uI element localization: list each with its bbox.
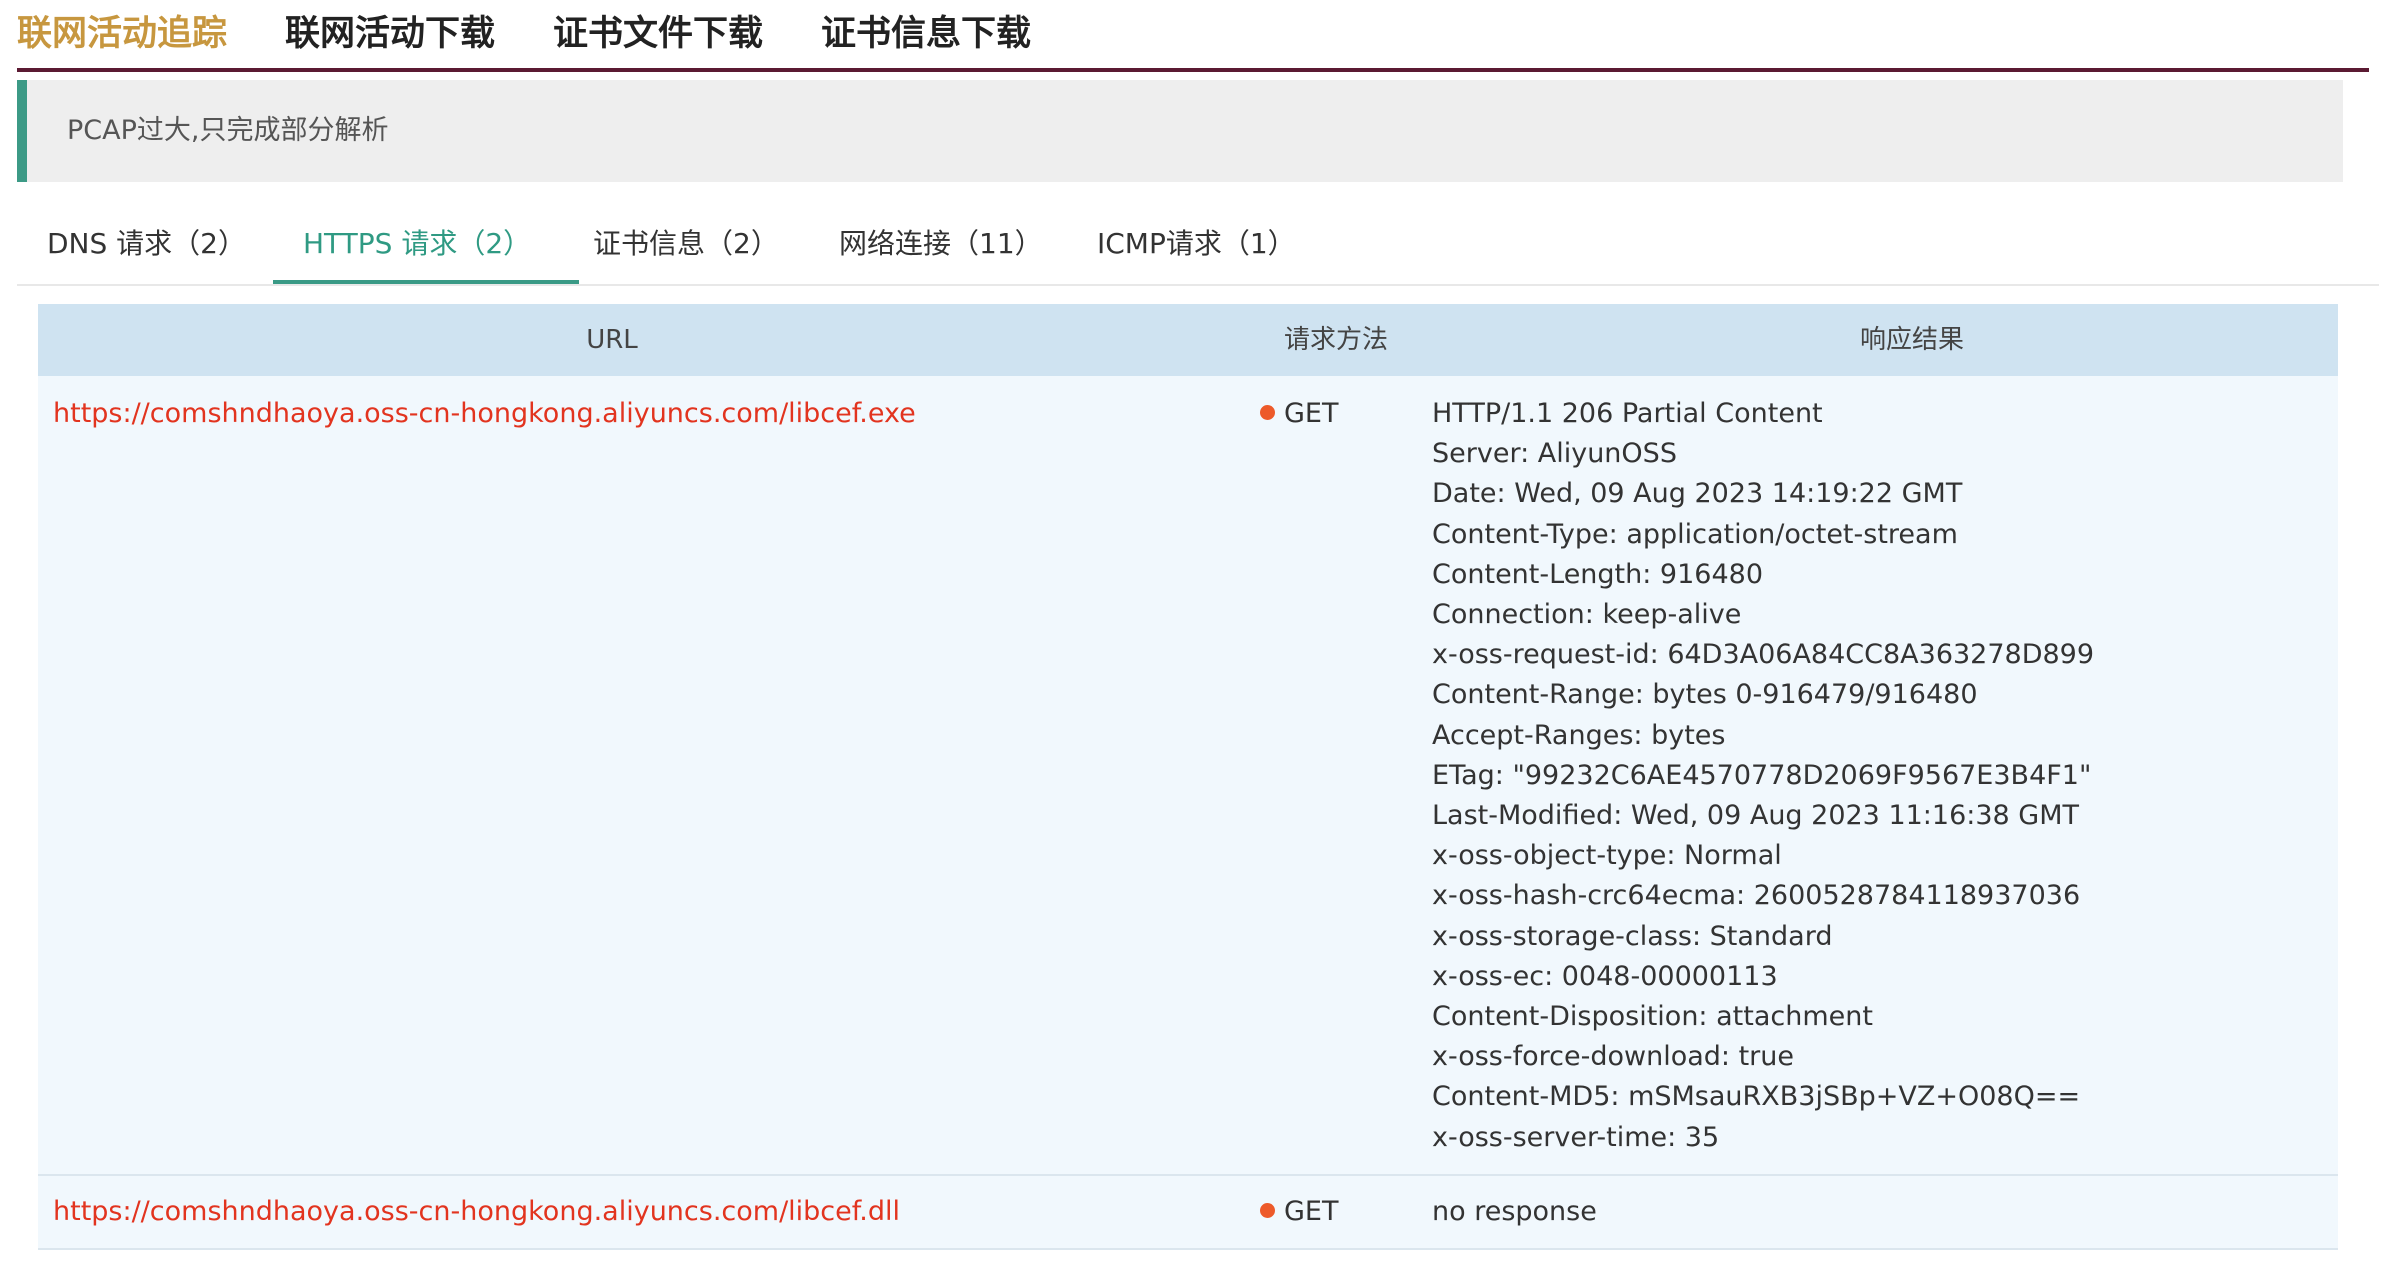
response-line: x-oss-object-type: Normal	[1432, 840, 1782, 872]
https-requests-table: URL 请求方法 响应结果 https://comshndhaoya.oss-c…	[38, 304, 2338, 1250]
response-line: ETag: "99232C6AE4570778D2069F9567E3B4F1"	[1432, 759, 2092, 791]
table-row: https://comshndhaoya.oss-cn-hongkong.ali…	[38, 1176, 2338, 1250]
table-header: URL 请求方法 响应结果	[38, 304, 2338, 376]
response-line: no response	[1432, 1196, 1597, 1227]
column-header-url: URL	[586, 325, 638, 355]
response-line: Last-Modified: Wed, 09 Aug 2023 11:16:38…	[1432, 800, 2079, 832]
notice-banner: PCAP过大,只完成部分解析	[17, 80, 2343, 182]
tab-certificate-file-download[interactable]: 证书文件下载	[553, 12, 763, 56]
tab-icmp-requests[interactable]: ICMP请求（1）	[1097, 226, 1296, 262]
response-line: x-oss-ec: 0048-00000113	[1432, 960, 1778, 992]
response-line: Content-Type: application/octet-stream	[1432, 518, 1958, 550]
notice-text: PCAP过大,只完成部分解析	[67, 115, 389, 146]
response-line: x-oss-server-time: 35	[1432, 1121, 1720, 1153]
method-status-dot	[1260, 405, 1275, 420]
tab-network-activity-download[interactable]: 联网活动下载	[285, 12, 495, 56]
tab-dns-requests[interactable]: DNS 请求（2）	[47, 226, 246, 262]
request-method: GET	[1260, 394, 1338, 434]
table-row: https://comshndhaoya.oss-cn-hongkong.ali…	[38, 376, 2338, 1176]
response-line: Content-Length: 916480	[1432, 558, 1764, 590]
response-headers: HTTP/1.1 206 Partial Content Server: Ali…	[1432, 394, 2094, 1158]
response-line: Content-MD5: mSMsauRXB3jSBp+VZ+O08Q==	[1432, 1081, 2081, 1113]
response-line: x-oss-storage-class: Standard	[1432, 920, 1833, 952]
response-line: x-oss-request-id: 64D3A06A84CC8A363278D8…	[1432, 639, 2095, 671]
tab-certificate-info-download[interactable]: 证书信息下载	[821, 12, 1031, 56]
response-line: HTTP/1.1 206 Partial Content	[1432, 398, 1823, 429]
response-line: Accept-Ranges: bytes	[1432, 719, 1726, 751]
top-nav: 联网活动追踪 联网活动下载 证书文件下载 证书信息下载	[17, 0, 2369, 72]
response-line: x-oss-hash-crc64ecma: 260052878411893703…	[1432, 880, 2081, 912]
method-status-dot	[1260, 1203, 1275, 1218]
request-method-label: GET	[1284, 398, 1339, 429]
response-line: Content-Disposition: attachment	[1432, 1001, 1873, 1033]
column-header-response: 响应结果	[1859, 325, 1964, 355]
active-tab-indicator	[273, 280, 579, 284]
tab-network-activity-trace[interactable]: 联网活动追踪	[17, 12, 227, 56]
tab-https-requests[interactable]: HTTPS 请求（2）	[303, 226, 531, 262]
tab-network-connections[interactable]: 网络连接（11）	[839, 226, 1043, 262]
tab-certificate-info[interactable]: 证书信息（2）	[593, 226, 779, 262]
response-line: Date: Wed, 09 Aug 2023 14:19:22 GMT	[1432, 478, 1963, 510]
response-headers: no response	[1432, 1192, 1597, 1232]
response-line: x-oss-force-download: true	[1432, 1041, 1794, 1073]
sub-tabs: DNS 请求（2） HTTPS 请求（2） 证书信息（2） 网络连接（11） I…	[17, 180, 2379, 286]
url-link[interactable]: https://comshndhaoya.oss-cn-hongkong.ali…	[53, 394, 916, 434]
url-link[interactable]: https://comshndhaoya.oss-cn-hongkong.ali…	[53, 1192, 900, 1232]
column-header-method: 请求方法	[1283, 325, 1388, 355]
request-method: GET	[1260, 1192, 1338, 1232]
response-line: Server: AliyunOSS	[1432, 438, 1677, 470]
response-line: Connection: keep-alive	[1432, 599, 1742, 631]
response-line: Content-Range: bytes 0-916479/916480	[1432, 679, 1978, 711]
request-method-label: GET	[1284, 1196, 1339, 1227]
